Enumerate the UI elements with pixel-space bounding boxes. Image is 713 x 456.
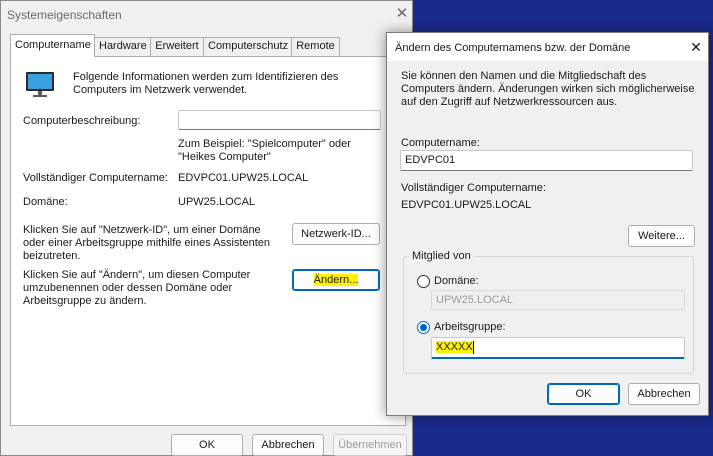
text-cursor (472, 340, 474, 354)
change-button[interactable]: Ändern... (292, 269, 380, 291)
domain-value: UPW25.LOCAL (178, 196, 256, 208)
domain-radio[interactable] (417, 275, 430, 288)
description-hint: Zum Beispiel: "Spielcomputer" oder "Heik… (178, 138, 351, 163)
full-name-value: EDVPC01.UPW25.LOCAL (178, 172, 309, 184)
tab-erweitert[interactable]: Erweitert (150, 37, 204, 56)
dialog-cancel-button[interactable]: Abbrechen (628, 383, 700, 405)
intro-text: Folgende Informationen werden zum Identi… (73, 71, 339, 96)
system-properties-window: Systemeigenschaften ✕ Computername Hardw… (0, 0, 413, 456)
computer-name-label: Computername: (401, 137, 480, 149)
close-icon[interactable]: ✕ (393, 5, 411, 23)
monitor-icon (25, 71, 55, 102)
domain-label: Domäne: (23, 196, 68, 208)
tab-remote[interactable]: Remote (291, 37, 340, 56)
network-id-text: Klicken Sie auf "Netzwerk-ID", um einer … (23, 224, 271, 262)
workgroup-input[interactable]: XXXXX (431, 337, 685, 359)
dialog-intro-text: Sie können den Namen und die Mitgliedsch… (401, 70, 695, 108)
tab-panel-computername: Folgende Informationen werden zum Identi… (10, 56, 406, 426)
tab-hardware[interactable]: Hardware (94, 37, 151, 56)
change-computer-name-dialog: Ändern des Computernamens bzw. der Domän… (386, 32, 709, 416)
domain-option-label: Domäne: (434, 275, 479, 287)
change-text: Klicken Sie auf "Ändern", um diesen Comp… (23, 269, 251, 307)
dialog-full-name-label: Vollständiger Computername: (401, 182, 546, 194)
tab-computername[interactable]: Computername (10, 34, 95, 57)
change-button-label: Ändern... (313, 274, 359, 286)
dialog-titlebar: Ändern des Computernamens bzw. der Domän… (387, 33, 708, 61)
apply-button[interactable]: Übernehmen (333, 434, 407, 456)
window-title: Systemeigenschaften (7, 8, 122, 22)
ok-button[interactable]: OK (171, 434, 243, 456)
dialog-title: Ändern des Computernamens bzw. der Domän… (395, 42, 631, 54)
dialog-full-name-value: EDVPC01.UPW25.LOCAL (401, 199, 532, 211)
workgroup-option-label: Arbeitsgruppe: (434, 321, 506, 333)
computer-name-input[interactable]: EDVPC01 (400, 150, 693, 171)
more-button[interactable]: Weitere... (628, 225, 695, 247)
full-name-label: Vollständiger Computername: (23, 172, 168, 184)
workgroup-input-value: XXXXX (436, 341, 473, 353)
network-id-button[interactable]: Netzwerk-ID... (292, 223, 380, 245)
description-label: Computerbeschreibung: (23, 115, 141, 127)
cancel-button[interactable]: Abbrechen (252, 434, 324, 456)
member-of-label: Mitglied von (409, 250, 474, 263)
domain-input[interactable]: UPW25.LOCAL (431, 290, 685, 310)
description-input[interactable] (178, 110, 381, 130)
close-icon[interactable]: ✕ (688, 39, 704, 55)
dialog-ok-button[interactable]: OK (547, 383, 620, 405)
tab-computerschutz[interactable]: Computerschutz (203, 37, 292, 56)
workgroup-radio[interactable] (417, 321, 430, 334)
